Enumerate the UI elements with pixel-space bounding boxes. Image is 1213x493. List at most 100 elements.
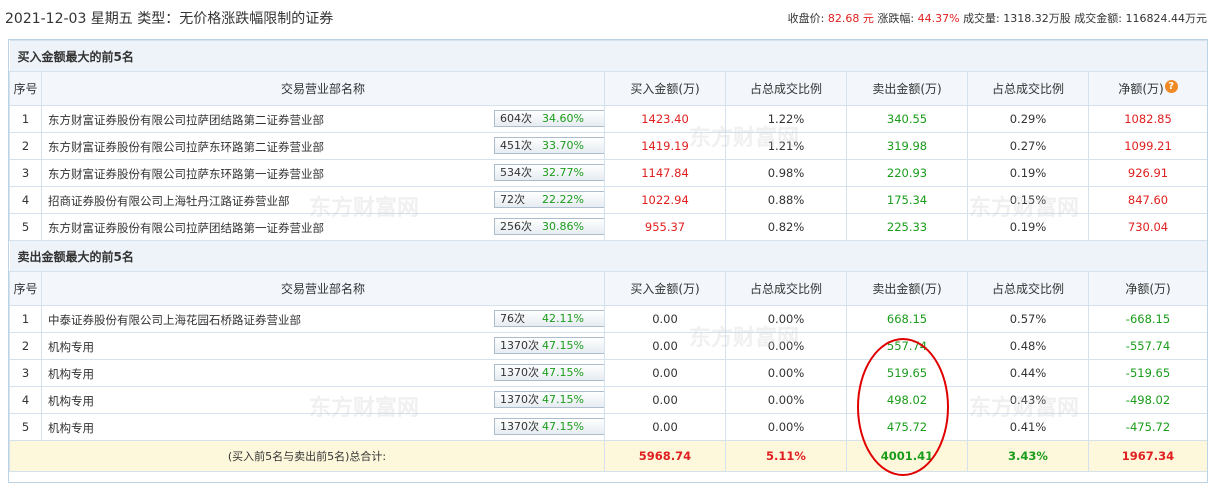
buy-amount: 0.00 [604, 386, 726, 414]
win-rate: 42.11% [542, 312, 584, 325]
win-rate: 47.15% [542, 420, 584, 433]
total-buy-ratio: 5.11% [725, 440, 847, 472]
table-row: 3 东方财富证券股份有限公司拉萨东环路第一证券营业部 534次 32.77% 1147.… [9, 159, 1207, 187]
trade-stats-badge[interactable]: 72次 22.22% [494, 191, 604, 208]
broker-name[interactable]: 机构专用 [48, 420, 94, 436]
win-rate: 34.60% [542, 112, 584, 125]
win-rate: 33.70% [542, 139, 584, 152]
trade-stats-badge[interactable]: 604次34.60%? [494, 110, 604, 127]
col-header-net-label: 净额(万) [1118, 82, 1164, 96]
net-amount: 1082.85 [1088, 105, 1207, 133]
buy-ratio: 0.98% [725, 159, 847, 187]
col-header-name: 交易营业部名称 [41, 71, 605, 106]
quote-summary: 收盘价: 82.68 元 涨跌幅: 44.37% 成交量: 1318.32万股 … [788, 10, 1207, 26]
buy-ratio: 0.00% [725, 413, 847, 441]
close-label: 收盘价: [787, 12, 825, 25]
volume-value: 1318.32万股 [1003, 12, 1071, 25]
broker-name-cell: 东方财富证券股份有限公司拉萨东环路第一证券营业部 534次 32.77% [41, 159, 605, 187]
total-sell-ratio: 3.43% [967, 440, 1089, 472]
broker-name[interactable]: 东方财富证券股份有限公司拉萨团结路第二证券营业部 [48, 112, 324, 128]
broker-name-cell: 东方财富证券股份有限公司拉萨团结路第一证券营业部 256次 30.86% [41, 213, 605, 241]
trade-stats-badge[interactable]: 534次 32.77% [494, 164, 604, 181]
sell-ratio: 0.19% [967, 159, 1089, 187]
buy-amount: 1147.84 [604, 159, 726, 187]
table-row: 1中泰证券股份有限公司上海花园石桥路证券营业部76次42.11%?0.000.0… [9, 305, 1207, 333]
table-row: 5 机构专用 1370次 47.15% 0.00 0.00% 475.72 0.41% -475… [9, 413, 1207, 441]
sell-amount: 498.02 [846, 386, 968, 414]
trade-stats-badge[interactable]: 1370次 47.15% [494, 337, 604, 354]
table-row: 1东方财富证券股份有限公司拉萨团结路第二证券营业部604次34.60%?1423… [9, 105, 1207, 133]
win-rate: 47.15% [542, 366, 584, 379]
broker-name-cell: 中泰证券股份有限公司上海花园石桥路证券营业部 76次42.11%? [41, 305, 605, 333]
row-no: 3 [9, 159, 42, 187]
trade-count: 451次 [500, 139, 532, 152]
col-header-buy-ratio: 占总成交比例 [725, 271, 847, 306]
col-header-net: 净额(万) [1088, 271, 1207, 306]
amount-label: 成交金额: [1074, 12, 1122, 25]
buy-amount: 0.00 [604, 413, 726, 441]
sell-amount: 340.55 [846, 105, 968, 133]
win-rate: 32.77% [542, 166, 584, 179]
col-header-sell-ratio: 占总成交比例 [967, 71, 1089, 106]
table-row: 3 机构专用 1370次 47.15% 0.00 0.00% 519.65 0.44% -519… [9, 359, 1207, 387]
sell-ratio: 0.44% [967, 359, 1089, 387]
table-row: 5 东方财富证券股份有限公司拉萨团结路第一证券营业部 256次 30.86% 955.3… [9, 213, 1207, 241]
broker-name[interactable]: 机构专用 [48, 393, 94, 409]
top-bar: 2021-12-03 星期五 类型：无价格涨跌幅限制的证券 收盘价: 82.68… [0, 0, 1213, 32]
buy-ratio: 0.00% [725, 332, 847, 360]
row-no: 3 [9, 359, 42, 387]
broker-name-cell: 机构专用 1370次 47.15% [41, 359, 605, 387]
col-header-no: 序号 [9, 71, 42, 106]
broker-name[interactable]: 机构专用 [48, 366, 94, 382]
broker-name[interactable]: 东方财富证券股份有限公司拉萨东环路第二证券营业部 [48, 139, 324, 155]
table-row: 4 招商证券股份有限公司上海牡丹江路证券营业部 72次 22.22% 1022.94 0.… [9, 186, 1207, 214]
broker-name-cell: 东方财富证券股份有限公司拉萨团结路第二证券营业部604次34.60%? [41, 105, 605, 133]
trade-count: 1370次 [500, 393, 539, 406]
amount-value: 116824.44万元 [1125, 12, 1208, 25]
broker-name[interactable]: 东方财富证券股份有限公司拉萨东环路第一证券营业部 [48, 166, 324, 182]
net-amount: -519.65 [1088, 359, 1207, 387]
sell-ratio: 0.43% [967, 386, 1089, 414]
trade-count: 1370次 [500, 339, 539, 352]
buy-column-header: 序号 交易营业部名称 买入金额(万) 占总成交比例 卖出金额(万) 占总成交比例… [9, 71, 1207, 106]
trade-count: 604次 [500, 112, 532, 125]
buy-section-header: 买入金额最大的前5名 [9, 40, 1207, 72]
win-rate: 30.86% [542, 220, 584, 233]
help-icon[interactable]: ? [1164, 80, 1178, 93]
trade-stats-badge[interactable]: 256次 30.86% [494, 218, 604, 235]
buy-ratio: 0.00% [725, 305, 847, 333]
buy-section-title: 买入金额最大的前5名 [9, 40, 1207, 72]
row-no: 2 [9, 332, 42, 360]
trade-stats-badge[interactable]: 1370次 47.15% [494, 391, 604, 408]
broker-name[interactable]: 机构专用 [48, 339, 94, 355]
dragon-tiger-table-frame: 买入金额最大的前5名 序号 交易营业部名称 买入金额(万) 占总成交比例 卖出金… [8, 39, 1208, 483]
col-header-sell: 卖出金额(万) [846, 271, 968, 306]
broker-name[interactable]: 招商证券股份有限公司上海牡丹江路证券营业部 [48, 193, 290, 209]
trade-count: 1370次 [500, 420, 539, 433]
net-amount: -557.74 [1088, 332, 1207, 360]
broker-name[interactable]: 东方财富证券股份有限公司拉萨团结路第一证券营业部 [48, 220, 324, 236]
total-label: (买入前5名与卖出前5名)总合计: [9, 440, 605, 472]
row-no: 5 [9, 413, 42, 441]
trade-stats-badge[interactable]: 1370次 47.15% [494, 418, 604, 435]
buy-amount: 1022.94 [604, 186, 726, 214]
col-header-buy: 买入金额(万) [604, 271, 726, 306]
trade-stats-badge[interactable]: 451次 33.70% [494, 137, 604, 154]
row-no: 4 [9, 386, 42, 414]
buy-amount: 0.00 [604, 359, 726, 387]
net-amount: 1099.21 [1088, 132, 1207, 160]
buy-ratio: 0.82% [725, 213, 847, 241]
broker-name[interactable]: 中泰证券股份有限公司上海花园石桥路证券营业部 [48, 312, 301, 328]
col-header-buy-ratio: 占总成交比例 [725, 71, 847, 106]
table-row: 2 东方财富证券股份有限公司拉萨东环路第二证券营业部 451次 33.70% 1419.… [9, 132, 1207, 160]
broker-name-cell: 机构专用 1370次 47.15% [41, 386, 605, 414]
buy-amount: 1419.19 [604, 132, 726, 160]
win-rate: 22.22% [542, 193, 584, 206]
sell-ratio: 0.41% [967, 413, 1089, 441]
sell-section-header: 卖出金额最大的前5名 [9, 240, 1207, 272]
win-rate: 47.15% [542, 339, 584, 352]
trade-stats-badge[interactable]: 1370次 47.15% [494, 364, 604, 381]
net-amount: -498.02 [1088, 386, 1207, 414]
trade-stats-badge[interactable]: 76次42.11%? [494, 310, 604, 327]
broker-name-cell: 机构专用 1370次 47.15% [41, 413, 605, 441]
